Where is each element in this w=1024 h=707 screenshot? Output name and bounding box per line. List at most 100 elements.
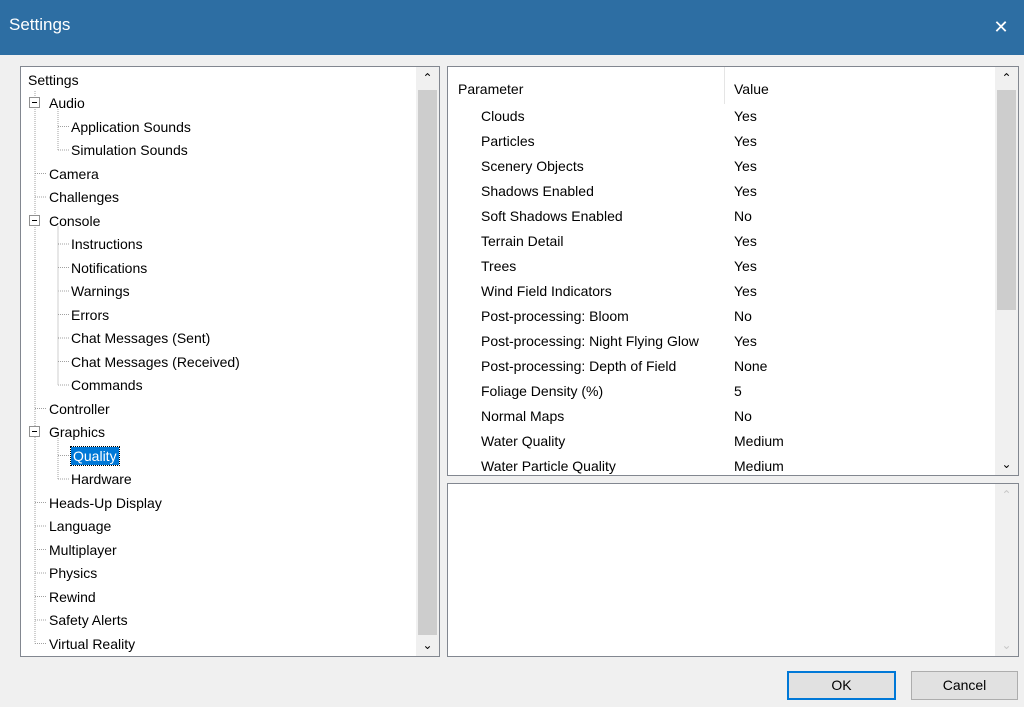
tree-item-label: Safety Alerts	[49, 612, 128, 628]
parameter-name: Trees	[481, 258, 517, 274]
tree-item-label: Console	[49, 212, 101, 229]
scroll-down-icon[interactable]: ⌄	[995, 453, 1018, 475]
parameter-row[interactable]: Particles Yes	[448, 129, 996, 154]
tree-root-settings[interactable]: Settings	[28, 69, 79, 91]
parameter-name: Particles	[481, 133, 535, 149]
parameter-name: Scenery Objects	[481, 158, 584, 174]
collapse-icon[interactable]	[29, 97, 40, 108]
parameter-name: Normal Maps	[481, 408, 565, 424]
parameter-name: Soft Shadows Enabled	[481, 208, 623, 224]
ok-button[interactable]: OK	[787, 671, 896, 700]
parameter-name: Clouds	[481, 108, 525, 124]
scroll-down-icon[interactable]: ⌄	[995, 634, 1018, 656]
tree-item-heads-up-display[interactable]: Heads-Up Display	[49, 492, 162, 514]
parameter-value[interactable]: Yes	[734, 279, 757, 304]
tree-item-label: Instructions	[71, 236, 143, 252]
collapse-icon[interactable]	[29, 214, 40, 226]
parameter-value[interactable]: Yes	[734, 179, 757, 204]
tree-item-chat-messages-received[interactable]: Chat Messages (Received)	[71, 351, 240, 373]
tree-item-multiplayer[interactable]: Multiplayer	[49, 539, 117, 561]
tree-item-label: Camera	[49, 165, 99, 182]
tree-item-commands[interactable]: Commands	[71, 374, 143, 396]
settings-dialog: Settings ✕ Settings Audio Application Sou…	[0, 0, 1024, 707]
parameter-row[interactable]: Scenery Objects Yes	[448, 154, 996, 179]
tree-item-controller[interactable]: Controller	[49, 398, 110, 420]
parameter-row[interactable]: Post-processing: Bloom No	[448, 304, 996, 329]
scroll-up-icon[interactable]: ⌃	[416, 67, 439, 89]
tree-item-graphics[interactable]: Graphics	[49, 421, 105, 443]
tree-item-safety-alerts[interactable]: Safety Alerts	[49, 609, 128, 631]
tree-item-label: Errors	[71, 306, 110, 323]
tree-item-simulation-sounds[interactable]: Simulation Sounds	[71, 139, 188, 161]
tree-item-quality[interactable]: Quality	[70, 445, 120, 467]
parameter-list[interactable]: Parameter Value Clouds Yes Particles Yes Sce…	[447, 66, 1019, 476]
parameter-row[interactable]: Water Quality Medium	[448, 429, 996, 454]
tree-item-audio[interactable]: Audio	[49, 92, 85, 114]
parameter-value[interactable]: Yes	[734, 254, 757, 279]
tree-item-label: Challenges	[49, 189, 120, 205]
scrollbar-thumb[interactable]	[997, 90, 1016, 310]
cancel-button[interactable]: Cancel	[911, 671, 1018, 700]
parameter-row[interactable]: Water Particle Quality Medium	[448, 454, 996, 479]
tree-item-challenges[interactable]: Challenges	[49, 186, 119, 208]
tree-item-camera[interactable]: Camera	[49, 163, 99, 185]
tree-item-instructions[interactable]: Instructions	[71, 233, 143, 255]
tree-item-console[interactable]: Console	[49, 210, 100, 232]
parameter-value[interactable]: No	[734, 404, 752, 429]
parameter-row[interactable]: Post-processing: Night Flying Glow Yes	[448, 329, 996, 354]
parameter-row[interactable]: Foliage Density (%) 5	[448, 379, 996, 404]
parameter-value[interactable]: None	[734, 354, 767, 379]
parameter-value[interactable]: Yes	[734, 329, 757, 354]
parameter-name: Post-processing: Depth of Field	[481, 358, 677, 374]
parameter-row[interactable]: Post-processing: Depth of Field None	[448, 354, 996, 379]
description-scrollbar[interactable]: ⌃ ⌄	[995, 484, 1018, 656]
scroll-down-icon[interactable]: ⌄	[416, 634, 439, 656]
column-header-value[interactable]: Value	[734, 75, 769, 103]
scroll-up-icon[interactable]: ⌃	[995, 484, 1018, 506]
column-separator[interactable]	[724, 67, 725, 104]
parameter-row[interactable]: Normal Maps No	[448, 404, 996, 429]
parameter-value[interactable]: Yes	[734, 129, 757, 154]
tree-item-label: Rewind	[49, 588, 96, 605]
tree-item-language[interactable]: Language	[49, 515, 111, 537]
scroll-up-icon[interactable]: ⌃	[995, 67, 1018, 89]
tree-item-errors[interactable]: Errors	[71, 304, 109, 326]
collapse-icon[interactable]	[29, 426, 40, 437]
tree-item-label: Audio	[49, 95, 85, 111]
parameter-name: Terrain Detail	[481, 233, 564, 249]
scrollbar-thumb[interactable]	[418, 90, 437, 635]
settings-tree[interactable]: Settings Audio Application Sounds Simulati…	[20, 66, 440, 657]
parameter-value[interactable]: Medium	[734, 454, 784, 479]
tree-item-hardware[interactable]: Hardware	[71, 468, 132, 490]
parameter-value[interactable]: No	[734, 304, 752, 329]
tree-item-virtual-reality[interactable]: Virtual Reality	[49, 633, 135, 655]
title-bar[interactable]: Settings ✕	[0, 0, 1024, 55]
tree-item-label: Graphics	[49, 424, 106, 440]
tree-scrollbar[interactable]: ⌃ ⌄	[416, 67, 439, 656]
tree-item-chat-messages-sent[interactable]: Chat Messages (Sent)	[71, 327, 210, 349]
tree-item-warnings[interactable]: Warnings	[71, 280, 130, 302]
parameter-name: Water Quality	[481, 433, 566, 449]
parameter-row[interactable]: Trees Yes	[448, 254, 996, 279]
parameter-value[interactable]: No	[734, 204, 752, 229]
parameter-row[interactable]: Terrain Detail Yes	[448, 229, 996, 254]
parameter-name: Water Particle Quality	[481, 458, 616, 474]
parameter-name: Post-processing: Night Flying Glow	[481, 333, 699, 349]
parameter-row[interactable]: Soft Shadows Enabled No	[448, 204, 996, 229]
parameter-row[interactable]: Wind Field Indicators Yes	[448, 279, 996, 304]
tree-item-label: Chat Messages (Sent)	[71, 330, 211, 346]
parameter-value[interactable]: 5	[734, 379, 742, 404]
tree-item-application-sounds[interactable]: Application Sounds	[71, 116, 191, 138]
parameter-value[interactable]: Yes	[734, 104, 757, 129]
parameter-value[interactable]: Yes	[734, 229, 757, 254]
parameter-row[interactable]: Shadows Enabled Yes	[448, 179, 996, 204]
parameter-value[interactable]: Medium	[734, 429, 784, 454]
parameter-scrollbar[interactable]: ⌃ ⌄	[995, 67, 1018, 475]
tree-item-rewind[interactable]: Rewind	[49, 586, 96, 608]
column-header-parameter[interactable]: Parameter	[458, 75, 523, 103]
tree-item-physics[interactable]: Physics	[49, 562, 97, 584]
parameter-value[interactable]: Yes	[734, 154, 757, 179]
close-icon[interactable]: ✕	[978, 0, 1024, 55]
tree-item-notifications[interactable]: Notifications	[71, 257, 147, 279]
parameter-row[interactable]: Clouds Yes	[448, 104, 996, 129]
